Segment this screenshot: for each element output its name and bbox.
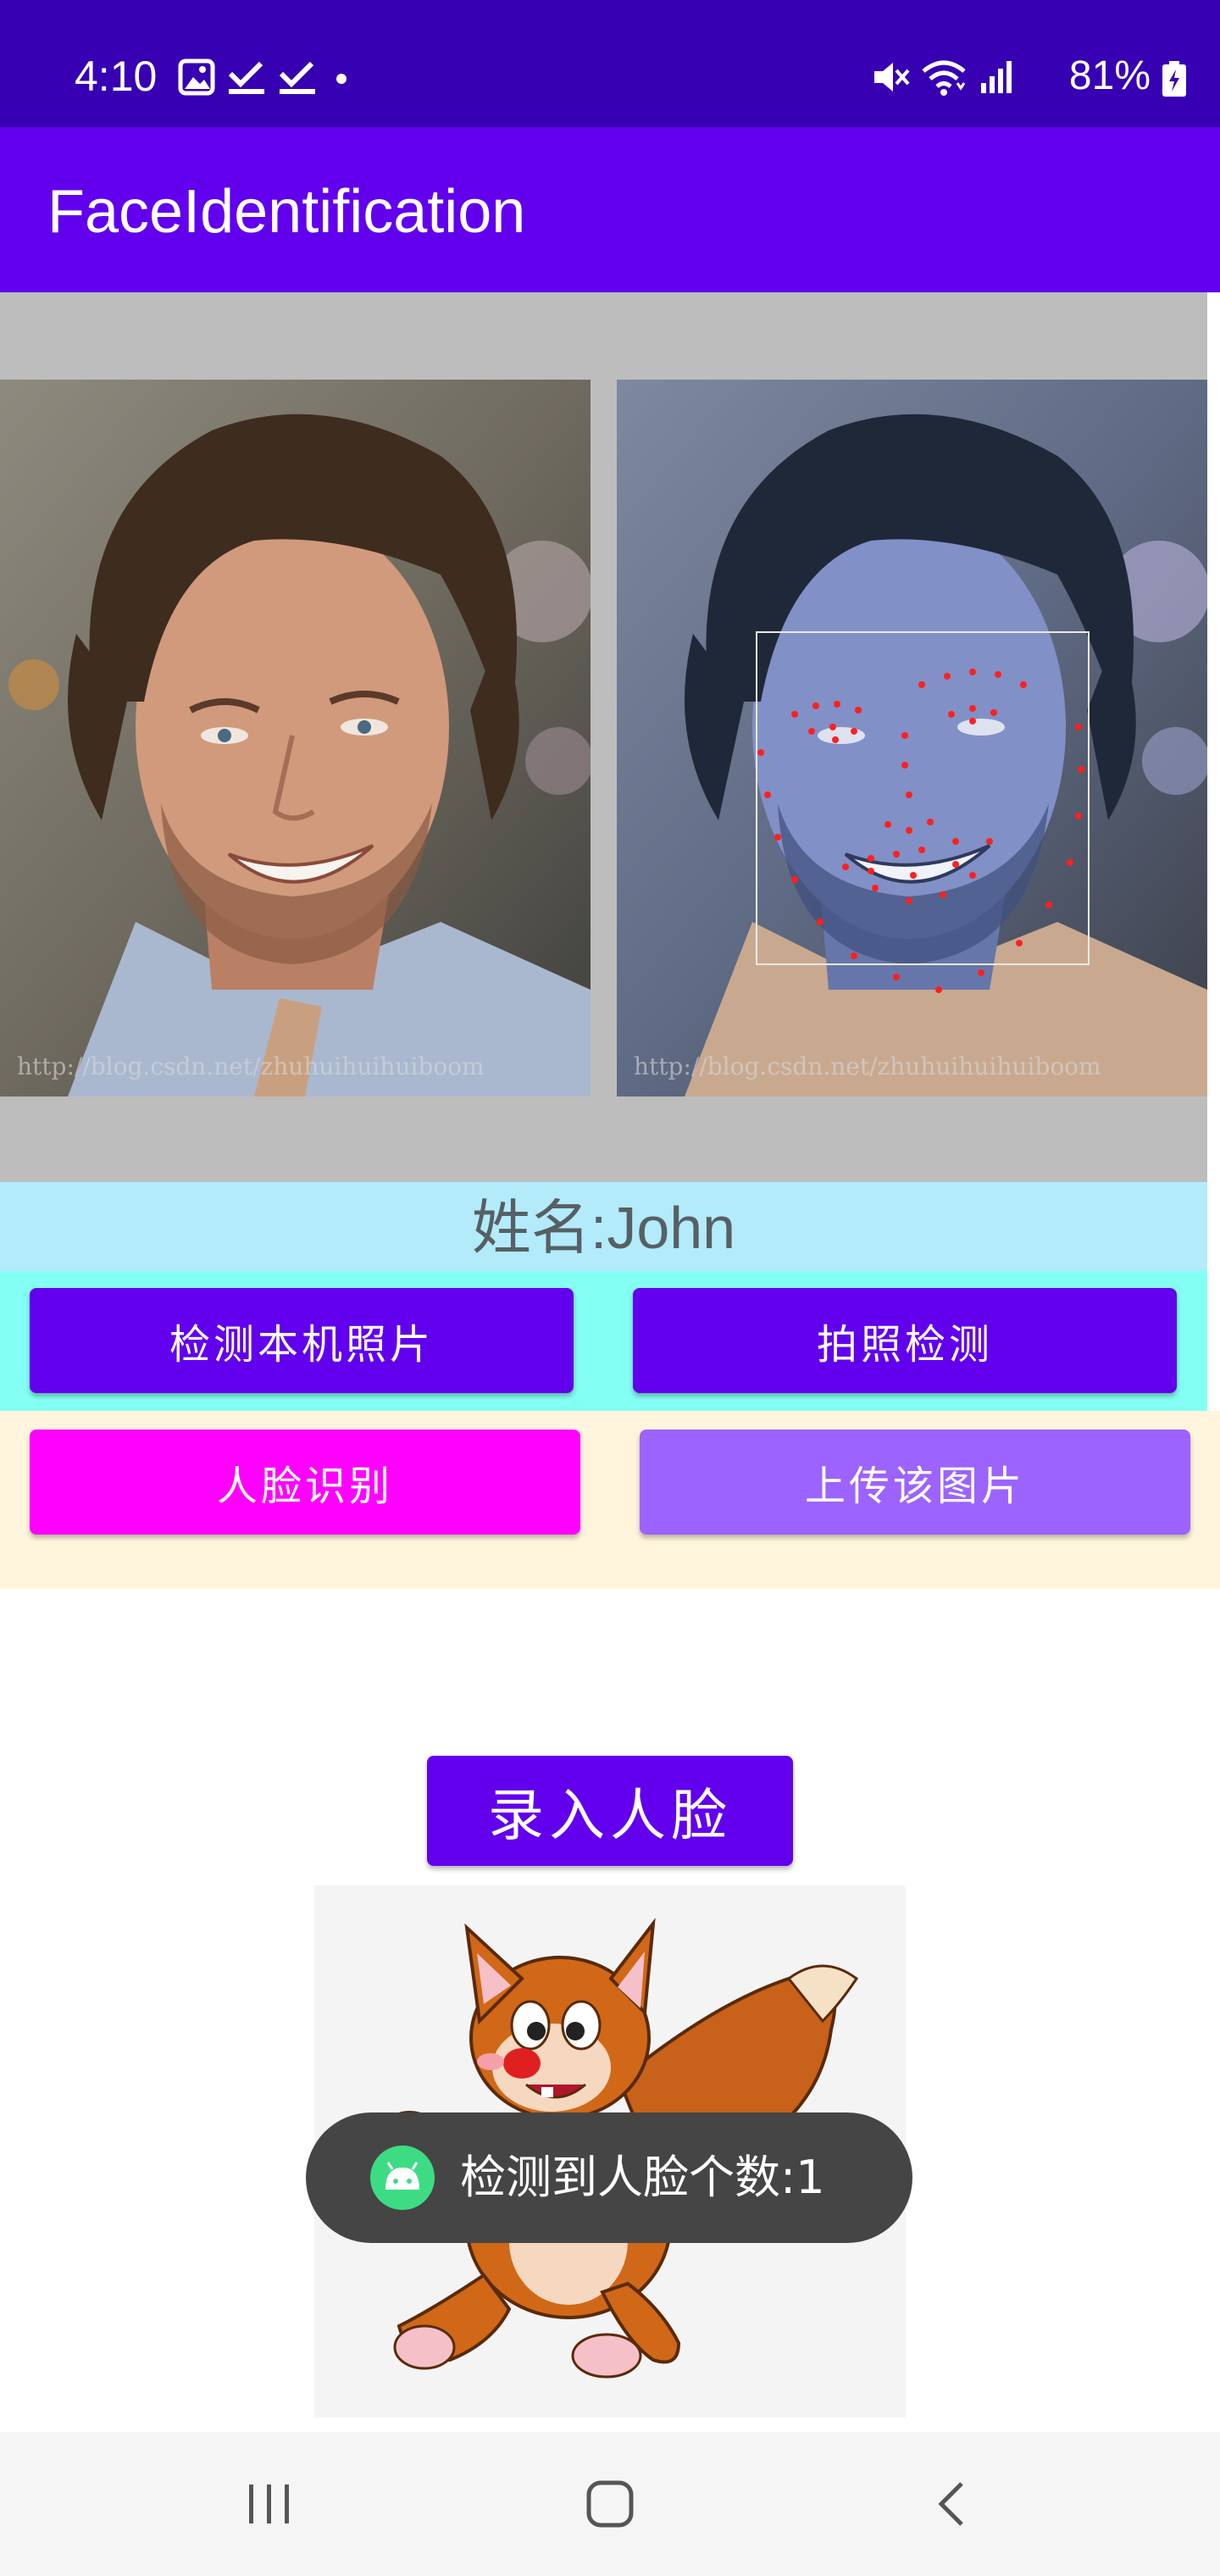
toast-message: 检测到人脸个数:1 bbox=[306, 2112, 912, 2243]
face-landmarks-illustration: http://blog.csdn.net/zhuhuihuihuiboom bbox=[617, 380, 1207, 1096]
app-title: FaceIdentification bbox=[47, 178, 526, 246]
check-icon bbox=[228, 61, 264, 94]
camera-detect-button[interactable]: 拍照检测 bbox=[633, 1288, 1177, 1393]
recents-icon[interactable] bbox=[223, 2462, 316, 2546]
status-system-icons bbox=[871, 53, 1017, 102]
wifi-icon bbox=[922, 60, 966, 96]
status-bar: 4:10 81% bbox=[0, 0, 1220, 127]
face-recognize-button[interactable]: 人脸识别 bbox=[30, 1430, 580, 1535]
face-photo-illustration: http://blog.csdn.net/zhuhuihuihuiboom bbox=[0, 380, 591, 1096]
button-row-recognize: 人脸识别 上传该图片 bbox=[0, 1411, 1220, 1589]
dot-icon bbox=[336, 74, 347, 84]
enroll-face-button[interactable]: 录入人脸 bbox=[427, 1756, 793, 1866]
status-time: 4:10 bbox=[75, 53, 158, 100]
back-icon[interactable] bbox=[905, 2462, 998, 2546]
detect-local-photo-button[interactable]: 检测本机照片 bbox=[30, 1288, 574, 1393]
svg-text:http://blog.csdn.net/zhuhuihui: http://blog.csdn.net/zhuhuihuihuiboom bbox=[17, 1052, 485, 1080]
check-icon bbox=[279, 61, 315, 94]
status-notification-icons bbox=[178, 56, 354, 98]
recognized-name: 姓名:John bbox=[471, 1195, 736, 1261]
app-bar: FaceIdentification bbox=[0, 127, 1220, 292]
home-icon[interactable] bbox=[563, 2462, 657, 2546]
battery-percent: 81% bbox=[1068, 53, 1151, 98]
name-bar: 姓名:John bbox=[0, 1182, 1207, 1271]
battery-icon bbox=[1162, 61, 1186, 97]
button-row-detect: 检测本机照片 拍照检测 bbox=[0, 1271, 1207, 1411]
svg-text:http://blog.csdn.net/zhuhuihui: http://blog.csdn.net/zhuhuihuihuiboom bbox=[634, 1052, 1101, 1080]
signal-icon bbox=[981, 61, 1012, 93]
navigation-bar bbox=[0, 2432, 1220, 2576]
face-photo-detected: http://blog.csdn.net/zhuhuihuihuiboom bbox=[617, 380, 1207, 1096]
image-area: http://blog.csdn.net/zhuhuihuihuiboom ht… bbox=[0, 292, 1207, 1182]
upload-image-button[interactable]: 上传该图片 bbox=[640, 1430, 1190, 1535]
android-icon bbox=[370, 2146, 435, 2210]
image-icon bbox=[178, 58, 215, 96]
face-photo-original: http://blog.csdn.net/zhuhuihuihuiboom bbox=[0, 380, 591, 1096]
toast-text: 检测到人脸个数:1 bbox=[460, 2151, 825, 2204]
mute-icon bbox=[874, 63, 910, 92]
